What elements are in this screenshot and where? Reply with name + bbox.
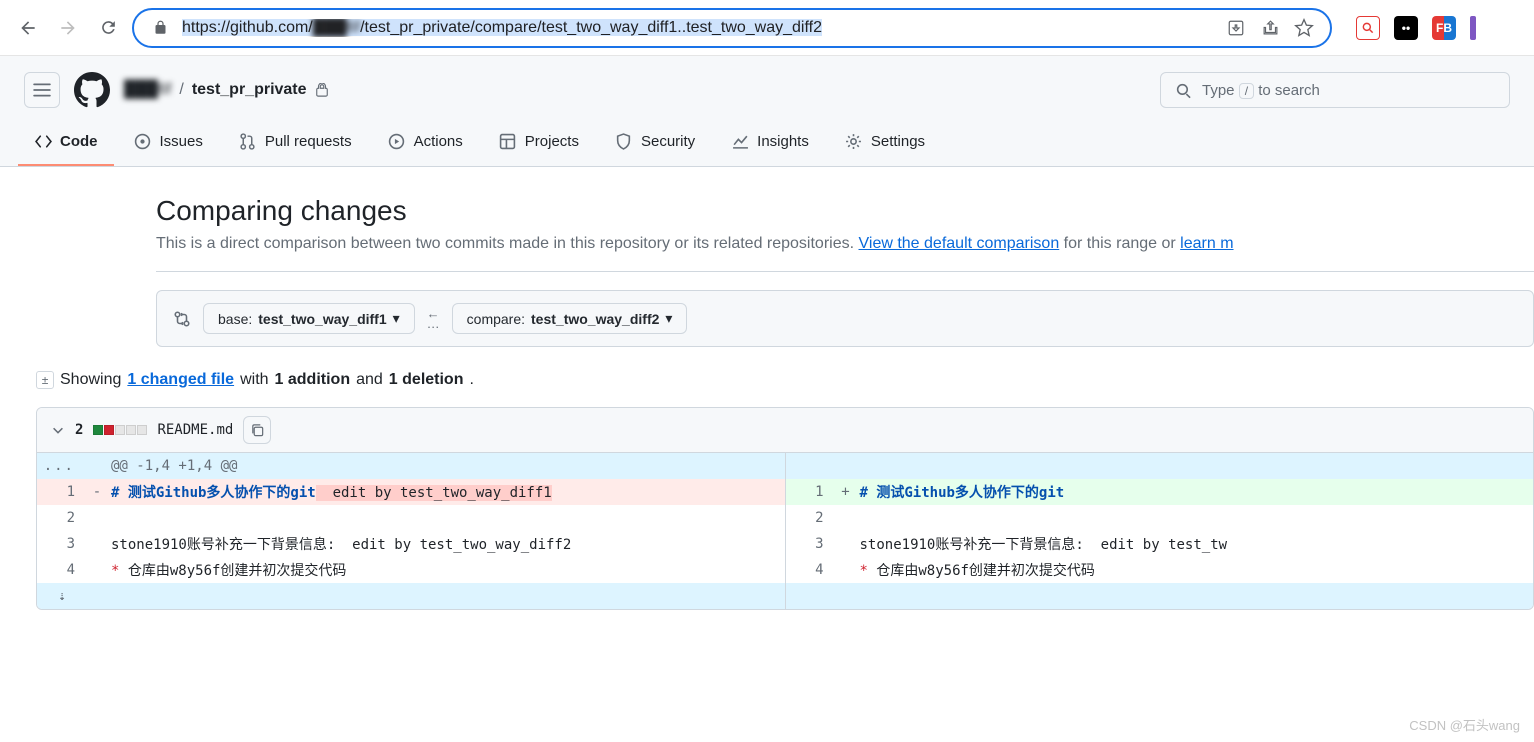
install-icon[interactable] xyxy=(1224,16,1248,40)
diff-line-context: 2 xyxy=(786,505,1534,531)
breadcrumb-owner[interactable]: ███6f xyxy=(124,81,171,99)
reload-button[interactable] xyxy=(92,12,124,44)
copy-button[interactable] xyxy=(243,416,271,444)
copy-icon xyxy=(250,423,265,438)
diff-line-context: 2 xyxy=(37,505,785,531)
file-diff-header: 2 README.md xyxy=(37,408,1533,453)
lock-icon xyxy=(148,16,172,40)
diff-line-context: 4 * 仓库由w8y56f创建并初次提交代码 xyxy=(786,557,1534,583)
arrow-right-icon xyxy=(58,18,78,38)
ext-icon-3[interactable]: FB xyxy=(1432,16,1456,40)
github-logo-icon[interactable] xyxy=(74,72,110,108)
search-input[interactable]: Type / to search xyxy=(1160,72,1510,108)
compare-main: Comparing changes This is a direct compa… xyxy=(0,167,1534,610)
play-icon xyxy=(388,132,406,150)
tab-insights[interactable]: Insights xyxy=(715,122,825,166)
tab-code[interactable]: Code xyxy=(18,122,114,166)
extension-icons: •• FB xyxy=(1356,16,1476,40)
share-icon[interactable] xyxy=(1258,16,1282,40)
expand-down[interactable]: ⇣ xyxy=(37,583,785,609)
diff-blocks-icon xyxy=(93,425,147,435)
compare-branch-selector[interactable]: compare: test_two_way_diff2 ▾ xyxy=(452,303,688,334)
lock-icon xyxy=(315,83,329,97)
ext-icon-2[interactable]: •• xyxy=(1394,16,1418,40)
search-icon xyxy=(1175,82,1192,99)
diff-line-context: 4 * 仓库由w8y56f创建并初次提交代码 xyxy=(37,557,785,583)
git-pull-request-icon xyxy=(239,132,257,150)
changes-count: 2 xyxy=(75,422,83,438)
diff-body: ... @@ -1,4 +1,4 @@ 1- # 测试Github多人协作下的g… xyxy=(37,453,1533,609)
ext-icon-4[interactable] xyxy=(1470,16,1476,40)
reload-icon xyxy=(99,18,118,37)
page-subtitle: This is a direct comparison between two … xyxy=(156,235,1534,272)
watermark: CSDN @石头wang xyxy=(1409,715,1520,734)
tab-actions[interactable]: Actions xyxy=(372,122,479,166)
diff-left: ... @@ -1,4 +1,4 @@ 1- # 测试Github多人协作下的g… xyxy=(37,453,786,609)
issues-icon xyxy=(134,132,152,150)
browser-toolbar: https://github.com/███6f/test_pr_private… xyxy=(0,0,1534,56)
github-header: ███6f / test_pr_private Type / to search… xyxy=(0,56,1534,167)
git-compare-icon xyxy=(173,310,191,328)
hamburger-icon xyxy=(33,81,51,99)
learn-more-link[interactable]: learn m xyxy=(1180,235,1233,252)
tab-pull-requests[interactable]: Pull requests xyxy=(223,122,368,166)
menu-button[interactable] xyxy=(24,72,60,108)
tab-settings[interactable]: Settings xyxy=(829,122,941,166)
expand-down[interactable] xyxy=(786,583,1534,609)
breadcrumb-repo[interactable]: test_pr_private xyxy=(192,81,307,99)
diff-icon: ± xyxy=(36,371,54,389)
url-text: https://github.com/███6f/test_pr_private… xyxy=(182,19,1214,37)
ext-icon-1[interactable] xyxy=(1356,16,1380,40)
breadcrumb: ███6f / test_pr_private xyxy=(124,81,329,99)
table-icon xyxy=(499,132,517,150)
caret-down-icon: ▾ xyxy=(393,310,400,327)
diff-line-added: 1+ # 测试Github多人协作下的git xyxy=(786,479,1534,505)
gear-icon xyxy=(845,132,863,150)
caret-down-icon: ▾ xyxy=(665,310,672,327)
range-editor: base: test_two_way_diff1 ▾ ←… compare: t… xyxy=(156,290,1534,347)
tab-security[interactable]: Security xyxy=(599,122,711,166)
back-button[interactable] xyxy=(12,12,44,44)
default-comparison-link[interactable]: View the default comparison xyxy=(859,235,1060,252)
hunk-header xyxy=(786,453,1534,479)
url-bar[interactable]: https://github.com/███6f/test_pr_private… xyxy=(132,8,1332,48)
shield-icon xyxy=(615,132,633,150)
tab-projects[interactable]: Projects xyxy=(483,122,595,166)
file-diff: 2 README.md ... @@ -1,4 +1,4 @@ 1- # 测试G… xyxy=(36,407,1534,610)
code-icon xyxy=(34,132,52,150)
search-placeholder: Type / to search xyxy=(1202,82,1320,99)
diff-line-context: 3 stone1910账号补充一下背景信息: edit by test_tw xyxy=(786,531,1534,557)
graph-icon xyxy=(731,132,749,150)
changed-file-link[interactable]: 1 changed file xyxy=(127,371,234,389)
file-name[interactable]: README.md xyxy=(157,422,233,438)
base-branch-selector[interactable]: base: test_two_way_diff1 ▾ xyxy=(203,303,415,334)
hunk-header: ... @@ -1,4 +1,4 @@ xyxy=(37,453,785,479)
chevron-down-icon[interactable] xyxy=(51,423,65,437)
diff-right: 1+ # 测试Github多人协作下的git 2 3 stone1910账号补充… xyxy=(786,453,1534,609)
breadcrumb-sep: / xyxy=(179,81,183,99)
repo-nav: Code Issues Pull requests Actions Projec… xyxy=(0,122,1534,166)
diff-line-context: 3 stone1910账号补充一下背景信息: edit by test_two_… xyxy=(37,531,785,557)
star-icon[interactable] xyxy=(1292,16,1316,40)
page-title: Comparing changes xyxy=(156,195,1534,227)
forward-button[interactable] xyxy=(52,12,84,44)
diff-line-deleted: 1- # 测试Github多人协作下的git edit by test_two_… xyxy=(37,479,785,505)
arrow-left-icon: ←… xyxy=(427,309,440,329)
arrow-left-icon xyxy=(18,18,38,38)
tab-issues[interactable]: Issues xyxy=(118,122,219,166)
diff-stats: ±Showing 1 changed file with 1 addition … xyxy=(36,371,1534,389)
